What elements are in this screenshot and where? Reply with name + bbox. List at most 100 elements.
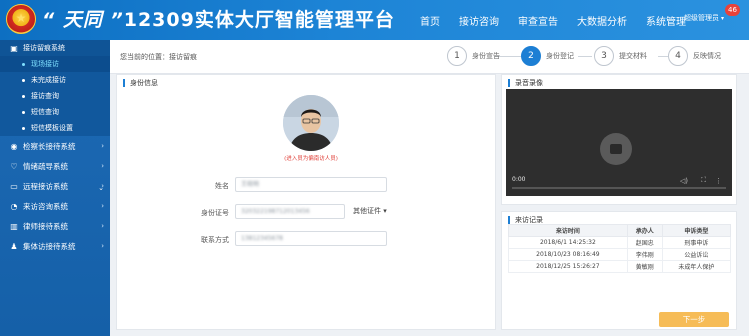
table-row[interactable]: 2018/6/1 14:25:32 赵国忠 刑事申诉 [508, 236, 732, 249]
id-type-select[interactable]: 其他证件 ▾ [353, 204, 387, 219]
user-name: 超级管理员 [684, 14, 719, 22]
table-header-row: 来访时间 承办人 申诉类型 [508, 224, 732, 237]
chevron-down-icon: ▾ [721, 14, 725, 22]
app-title-main: 12309实体大厅智能管理平台 [123, 9, 395, 31]
id-number-value: 320322198712013456 [241, 208, 310, 215]
cell-appeal-type: 公益诉讼 [661, 248, 732, 261]
table-row[interactable]: 2018/12/25 15:26:27 黄敏刚 未成年人保护 [508, 260, 732, 273]
sidebar-sub-label: 接访查询 [31, 92, 59, 100]
id-number-field[interactable]: 320322198712013456 [235, 204, 345, 219]
institution-icon: ▥ [10, 221, 18, 231]
user-menu[interactable]: 超级管理员 ▾ [684, 13, 724, 23]
more-icon[interactable]: ⋮ [715, 177, 722, 185]
id-type-value: 其他证件 [353, 207, 381, 215]
nav-system[interactable]: 系统管理 [646, 13, 686, 28]
step-identity-register[interactable]: 2 身份登记 [521, 45, 574, 67]
nav-consultation[interactable]: 接访咨询 [459, 13, 499, 28]
play-icon[interactable] [600, 133, 632, 165]
step-submit-materials[interactable]: 3 提交材料 [594, 45, 647, 67]
step-label: 身份登记 [546, 52, 574, 60]
top-header: “ 天同 ”12309实体大厅智能管理平台 首页 接访咨询 审查宣告 大数据分析… [0, 0, 749, 40]
step-label: 身份宣告 [472, 52, 500, 60]
sidebar-item-visitor-consult[interactable]: ◔ 来访咨询系统 › [0, 196, 110, 216]
phone-field[interactable]: 13812345678 [235, 231, 387, 246]
name-field[interactable]: 王晓明 [235, 177, 387, 192]
cell-handler: 李伟刚 [626, 248, 663, 261]
cell-visit-time: 2018/6/1 14:25:32 [508, 236, 628, 249]
chevron-right-icon: › [101, 222, 104, 230]
monitor-icon: ▭ [10, 181, 18, 191]
video-progress-bar[interactable] [512, 187, 726, 189]
sidebar-item-emotion-counseling[interactable]: ♡ 情绪疏导系统 › [0, 156, 110, 176]
sidebar-item-remote-visit[interactable]: ▭ 远程接访系统 › [0, 176, 110, 196]
sidebar-group-visit-trace[interactable]: ▣ 接访留痕系统 ⌄ [0, 40, 110, 192]
eye-icon: ◉ [10, 141, 18, 151]
sidebar-item-label: 情绪疏导系统 [23, 161, 68, 171]
chevron-right-icon: › [101, 142, 104, 150]
chevron-right-icon: › [101, 202, 104, 210]
sidebar-item-group-visit[interactable]: ♟ 集体访接待系统 › [0, 236, 110, 256]
id-number-label: 身份证号 [201, 209, 229, 217]
sidebar-item-label: 来访咨询系统 [23, 201, 68, 211]
column-header: 来访时间 [508, 224, 628, 237]
app-title-brand: “ 天同 ” [42, 9, 124, 31]
procuratorate-emblem-icon [6, 4, 36, 34]
sidebar-sub-label: 未完成接访 [31, 76, 66, 84]
sidebar-sub-label: 现场接访 [31, 60, 59, 68]
breadcrumb: 您当前的位置：接访留痕 [120, 53, 197, 61]
nav-big-data[interactable]: 大数据分析 [577, 13, 627, 28]
users-icon: ♟ [10, 241, 18, 251]
sidebar-item-label: 律师接待系统 [23, 221, 68, 231]
sidebar-item-label: 检察长接待系统 [23, 141, 76, 151]
cell-handler: 黄敏刚 [626, 260, 663, 273]
sidebar-sub-sms-query[interactable]: 短信查询 [0, 104, 110, 120]
next-step-button[interactable]: 下一步 [659, 312, 729, 327]
sidebar-sub-label: 短信查询 [31, 108, 59, 116]
cell-visit-time: 2018/10/23 08:16:49 [508, 248, 628, 261]
chat-icon: ◔ [10, 201, 18, 211]
identity-panel: 身份信息 (进入员为偏南访人员) 姓名 王晓明 身份证号 32032219871… [116, 74, 496, 330]
video-player[interactable]: 0:00 ◁) ⛶ ⋮ [506, 89, 732, 196]
step-connector [658, 56, 668, 57]
video-time: 0:00 [512, 176, 526, 183]
sidebar-sub-onsite-visit[interactable]: 现场接访 [0, 56, 110, 72]
step-label: 反映情况 [693, 52, 721, 60]
step-number: 1 [447, 46, 467, 66]
table-row[interactable]: 2018/10/23 08:16:49 李伟刚 公益诉讼 [508, 248, 732, 261]
sidebar-sub-visit-query[interactable]: 接访查询 [0, 88, 110, 104]
sidebar-item-lawyer-reception[interactable]: ▥ 律师接待系统 › [0, 216, 110, 236]
cell-visit-time: 2018/12/25 15:26:27 [508, 260, 628, 273]
bullet-icon [22, 94, 25, 98]
breadcrumb-bar: 您当前的位置：接访留痕 1 身份宣告 2 身份登记 3 提交材料 4 反映情况 [110, 40, 749, 74]
bullet-icon [22, 78, 25, 82]
fullscreen-icon[interactable]: ⛶ [701, 176, 706, 185]
column-header: 承办人 [626, 224, 663, 237]
notification-badge[interactable]: 46 [725, 4, 740, 16]
heart-icon: ♡ [10, 161, 18, 171]
sidebar-sub-sms-template[interactable]: 短信模板设置 [0, 120, 110, 136]
column-header: 申诉类型 [661, 224, 732, 237]
visit-records-table: 来访时间 承办人 申诉类型 2018/6/1 14:25:32 赵国忠 刑事申诉… [508, 224, 732, 273]
step-connector [578, 56, 592, 57]
chevron-right-icon: › [101, 242, 104, 250]
recording-panel-title: 录音录像 [508, 79, 543, 87]
sidebar-group-label: 接访留痕系统 [23, 44, 65, 52]
bullet-icon [22, 126, 25, 130]
person-avatar-icon [283, 95, 339, 151]
sidebar-item-label: 远程接访系统 [23, 181, 68, 191]
step-identity-notice[interactable]: 1 身份宣告 [447, 45, 500, 67]
avatar-note: (进入员为偏南访人员) [284, 156, 338, 162]
sidebar-item-label: 集体访接待系统 [23, 241, 76, 251]
name-value: 王晓明 [241, 181, 260, 188]
caret-down-icon: ▾ [383, 207, 387, 215]
volume-icon[interactable]: ◁) [680, 177, 688, 185]
sidebar-item-prosecutor-reception[interactable]: ◉ 检察长接待系统 › [0, 136, 110, 156]
chevron-right-icon: › [101, 182, 104, 190]
sidebar-sub-unfinished-visit[interactable]: 未完成接访 [0, 72, 110, 88]
nav-review[interactable]: 审查宣告 [518, 13, 558, 28]
nav-home[interactable]: 首页 [420, 13, 440, 28]
phone-label: 联系方式 [201, 236, 229, 244]
recording-panel: 录音录像 0:00 ◁) ⛶ ⋮ [501, 74, 737, 205]
step-report-situation[interactable]: 4 反映情况 [668, 45, 721, 67]
sidebar: ▣ 接访留痕系统 ⌄ 现场接访 未完成接访 接访查询 短信查询 短信模板设置 ◉… [0, 40, 110, 336]
